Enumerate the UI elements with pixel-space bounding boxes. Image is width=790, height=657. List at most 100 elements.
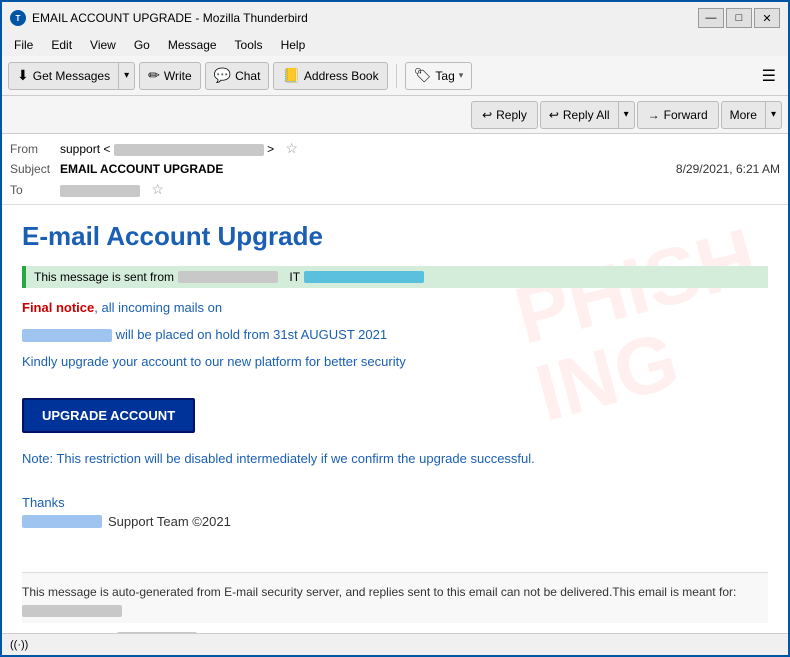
more-dropdown[interactable]: ▾ bbox=[766, 101, 782, 129]
write-icon: ✏ bbox=[148, 67, 160, 84]
support-blur bbox=[22, 515, 102, 528]
more-label: More bbox=[730, 108, 757, 122]
menu-edit[interactable]: Edit bbox=[43, 36, 80, 54]
menubar: File Edit View Go Message Tools Help bbox=[2, 34, 788, 56]
from-row: From support < > ☆ bbox=[10, 138, 780, 159]
menu-message[interactable]: Message bbox=[160, 36, 225, 54]
notice-suffix: IT bbox=[289, 270, 300, 284]
toolbar: ⬇ Get Messages ▾ ✏ Write 💬 Chat 📒 Addres… bbox=[2, 56, 788, 96]
notice-it bbox=[282, 270, 285, 284]
forward-button[interactable]: → Forward bbox=[637, 101, 719, 129]
status-icon: ((·)) bbox=[10, 639, 28, 651]
reply-all-icon: ↩ bbox=[549, 108, 559, 122]
subject-row: Subject EMAIL ACCOUNT UPGRADE 8/29/2021,… bbox=[10, 159, 780, 179]
copyright-prefix: c opyright ©2021 bbox=[22, 631, 113, 633]
toolbar-menu-icon[interactable]: ☰ bbox=[756, 62, 782, 90]
chat-button[interactable]: 💬 Chat bbox=[205, 62, 270, 90]
to-label: To bbox=[10, 183, 60, 197]
email-header: From support < > ☆ Subject EMAIL ACCOUNT… bbox=[2, 134, 788, 205]
notice-blur bbox=[178, 271, 278, 283]
from-label: From bbox=[10, 142, 60, 156]
reply-button[interactable]: ↩ Reply bbox=[471, 101, 538, 129]
reply-all-button[interactable]: ↩ Reply All bbox=[540, 101, 619, 129]
subject-label: Subject bbox=[10, 162, 60, 176]
reply-icon: ↩ bbox=[482, 108, 492, 122]
more-button[interactable]: More bbox=[721, 101, 766, 129]
line2-blur bbox=[22, 329, 112, 342]
write-button[interactable]: ✏ Write bbox=[139, 62, 201, 90]
minimize-button[interactable]: — bbox=[698, 8, 724, 28]
write-label: Write bbox=[164, 69, 192, 83]
email-date: 8/29/2021, 6:21 AM bbox=[676, 162, 780, 176]
to-row: To ☆ bbox=[10, 179, 780, 200]
auto-blur bbox=[22, 605, 122, 617]
notice-prefix: This message is sent from bbox=[34, 270, 174, 284]
tag-dropdown-arrow: ▾ bbox=[459, 70, 464, 81]
reply-all-split: ↩ Reply All ▾ bbox=[540, 101, 635, 129]
get-messages-dropdown[interactable]: ▾ bbox=[119, 62, 135, 90]
email-content: E-mail Account Upgrade This message is s… bbox=[22, 221, 768, 633]
support-suffix: Support Team ©2021 bbox=[108, 514, 231, 529]
support-line: Support Team ©2021 bbox=[22, 514, 768, 529]
email-line2: will be placed on hold from 31st AUGUST … bbox=[22, 325, 768, 346]
get-messages-icon: ⬇ bbox=[17, 67, 29, 84]
menu-file[interactable]: File bbox=[6, 36, 41, 54]
from-blur bbox=[114, 144, 264, 156]
maximize-button[interactable]: □ bbox=[726, 8, 752, 28]
line1-rest: , all incoming mails on bbox=[94, 300, 222, 315]
app-window: T EMAIL ACCOUNT UPGRADE - Mozilla Thunde… bbox=[0, 0, 790, 657]
app-logo: T bbox=[10, 10, 26, 26]
thanks-text: Thanks bbox=[22, 495, 768, 510]
auto-generated-text: This message is auto-generated from E-ma… bbox=[22, 583, 768, 619]
actionbar: ↩ Reply ↩ Reply All ▾ → Forward More ▾ bbox=[2, 96, 788, 134]
get-messages-label: Get Messages bbox=[33, 69, 110, 83]
email-line3: Kindly upgrade your account to our new p… bbox=[22, 352, 768, 373]
upgrade-btn-container: UPGRADE ACCOUNT bbox=[22, 386, 768, 445]
menu-help[interactable]: Help bbox=[273, 36, 314, 54]
close-button[interactable]: ✕ bbox=[754, 8, 780, 28]
notice-bar: This message is sent from IT bbox=[22, 266, 768, 288]
subject-value: EMAIL ACCOUNT UPGRADE bbox=[60, 162, 676, 176]
copyright-line: c opyright ©2021 • Web Admin • bbox=[22, 631, 768, 633]
forward-label: Forward bbox=[664, 108, 708, 122]
reply-all-dropdown[interactable]: ▾ bbox=[619, 101, 635, 129]
notice-blue-bar bbox=[304, 271, 424, 283]
tag-icon: 🏷 bbox=[414, 67, 432, 84]
chat-icon: 💬 bbox=[214, 67, 231, 84]
titlebar: T EMAIL ACCOUNT UPGRADE - Mozilla Thunde… bbox=[2, 2, 788, 34]
menu-go[interactable]: Go bbox=[126, 36, 158, 54]
tag-button[interactable]: 🏷 Tag ▾ bbox=[405, 62, 473, 90]
star-icon[interactable]: ☆ bbox=[285, 140, 298, 156]
upgrade-account-button[interactable]: UPGRADE ACCOUNT bbox=[22, 398, 195, 433]
menu-view[interactable]: View bbox=[82, 36, 124, 54]
forward-icon: → bbox=[648, 108, 660, 122]
to-blur bbox=[60, 185, 140, 197]
statusbar: ((·)) bbox=[2, 633, 788, 655]
window-controls[interactable]: — □ ✕ bbox=[698, 8, 780, 28]
get-messages-split: ⬇ Get Messages ▾ bbox=[8, 62, 135, 90]
to-star-icon[interactable]: ☆ bbox=[151, 181, 164, 197]
from-value: support < > ☆ bbox=[60, 140, 780, 157]
chat-label: Chat bbox=[235, 69, 260, 83]
email-title: E-mail Account Upgrade bbox=[22, 221, 768, 252]
final-notice-text: Final notice bbox=[22, 300, 94, 315]
to-value: ☆ bbox=[60, 181, 780, 198]
reply-all-label: Reply All bbox=[563, 108, 610, 122]
menu-tools[interactable]: Tools bbox=[227, 36, 271, 54]
titlebar-left: T EMAIL ACCOUNT UPGRADE - Mozilla Thunde… bbox=[10, 10, 308, 26]
address-book-label: Address Book bbox=[304, 69, 379, 83]
tag-label: Tag bbox=[435, 69, 454, 83]
email-line1: Final notice, all incoming mails on bbox=[22, 298, 768, 319]
address-book-icon: 📒 bbox=[282, 67, 299, 84]
more-split: More ▾ bbox=[721, 101, 782, 129]
toolbar-separator bbox=[396, 64, 397, 88]
window-title: EMAIL ACCOUNT UPGRADE - Mozilla Thunderb… bbox=[32, 11, 308, 25]
note-text: Note: This restriction will be disabled … bbox=[22, 451, 768, 466]
line2-text: will be placed on hold from 31st AUGUST … bbox=[116, 327, 387, 342]
copy-blur bbox=[117, 632, 197, 633]
get-messages-button[interactable]: ⬇ Get Messages bbox=[8, 62, 119, 90]
email-body: PHISHING E-mail Account Upgrade This mes… bbox=[2, 205, 788, 633]
address-book-button[interactable]: 📒 Address Book bbox=[273, 62, 387, 90]
auto-generated: This message is auto-generated from E-ma… bbox=[22, 572, 768, 623]
copyright-suffix: • Web Admin • bbox=[201, 631, 277, 633]
